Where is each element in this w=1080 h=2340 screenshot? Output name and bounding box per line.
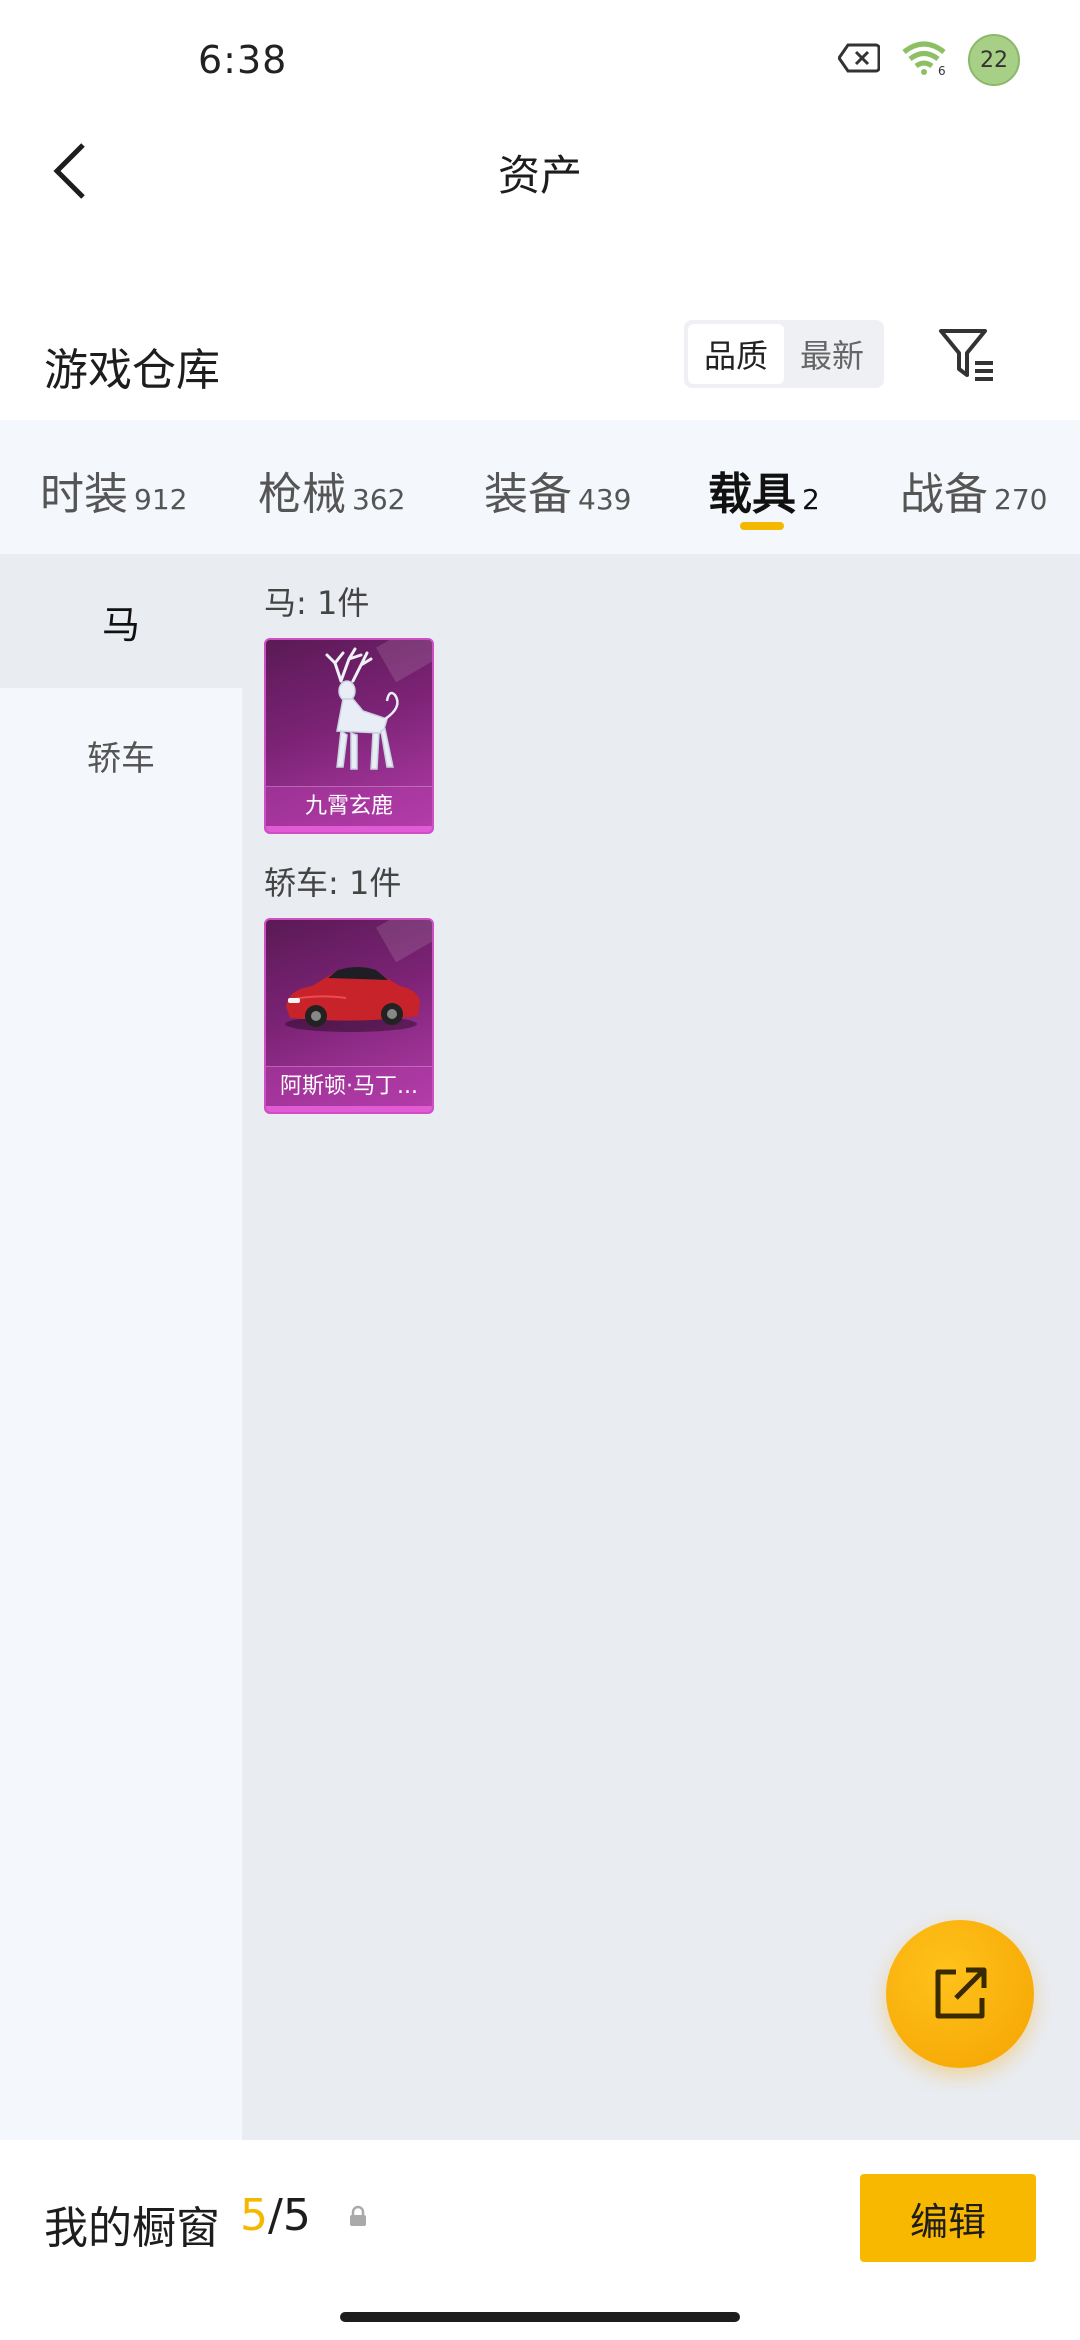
wifi-icon: 6 [900, 40, 948, 80]
page-title: 资产 [497, 151, 582, 200]
tab-vehicles[interactable]: 载具 2 [708, 458, 820, 522]
group-sedan: 轿车: 1件 阿斯顿·马丁... [264, 858, 434, 1114]
status-time: 6:38 [198, 38, 288, 82]
car-icon [266, 920, 432, 1070]
side-item-sedan[interactable]: 轿车 [0, 688, 242, 822]
lock-icon [350, 2205, 366, 2226]
group-title: 马: 1件 [264, 584, 370, 622]
active-tab-indicator [740, 522, 784, 530]
item-groups: 马: 1件 九霄玄鹿 轿车: 1件 阿斯顿·马丁... [264, 554, 434, 1114]
share-external-icon [935, 1967, 987, 2019]
showcase-total: 5 [282, 2190, 311, 2241]
showcase-count: 5/5 [240, 2190, 311, 2241]
tab-fashion[interactable]: 时装 912 [40, 458, 187, 522]
showcase-label: 我的橱窗 [44, 2203, 220, 2254]
tab-count: 362 [352, 483, 406, 516]
deer-icon [266, 640, 432, 790]
sort-toggle: 品质 最新 [684, 320, 884, 388]
tab-label: 战备 [900, 469, 988, 520]
tab-guns[interactable]: 枪械 362 [258, 458, 405, 522]
tab-count: 912 [134, 483, 188, 516]
tab-equipment[interactable]: 装备 439 [484, 458, 631, 522]
item-card[interactable]: 阿斯顿·马丁... [264, 918, 434, 1114]
edit-button[interactable]: 编辑 [860, 2174, 1036, 2262]
item-name: 阿斯顿·马丁... [266, 1066, 432, 1106]
status-bar: 6:38 6 22 [0, 0, 1080, 120]
app-header: 资产 [0, 120, 1080, 220]
filter-button[interactable] [932, 320, 1002, 390]
tabs-bar: 时装 912 枪械 362 装备 439 载具 2 战备 270 [0, 420, 1080, 554]
side-nav: 马 轿车 [0, 554, 242, 2140]
item-card[interactable]: 九霄玄鹿 [264, 638, 434, 834]
showcase-current: 5 [240, 2190, 268, 2241]
tab-label: 时装 [40, 469, 128, 520]
svg-text:6: 6 [938, 64, 946, 76]
warehouse-row: 游戏仓库 品质 最新 [0, 310, 1080, 420]
tab-count: 270 [994, 483, 1048, 516]
tab-label: 载具 [708, 469, 796, 520]
battery-level: 22 [980, 47, 1008, 73]
status-icons: 6 22 [837, 34, 1021, 86]
sort-option-newest[interactable]: 最新 [784, 324, 880, 384]
item-name: 九霄玄鹿 [266, 786, 432, 826]
filter-icon [939, 329, 993, 381]
tab-label: 装备 [484, 469, 572, 520]
share-button[interactable] [886, 1920, 1034, 2068]
tab-count: 2 [802, 483, 820, 516]
tab-label: 枪械 [258, 469, 346, 520]
showcase-separator: / [268, 2190, 283, 2241]
side-item-horse[interactable]: 马 [0, 554, 242, 688]
screen: 6:38 6 22 资产 游戏仓库 品质 最新 时装 912 枪械 362 装备… [0, 0, 1080, 2340]
sort-option-quality[interactable]: 品质 [688, 324, 784, 384]
group-horse: 马: 1件 九霄玄鹿 [264, 578, 434, 834]
bottom-bar: 我的橱窗 5/5 编辑 [0, 2140, 1080, 2340]
battery-icon: 22 [968, 34, 1021, 86]
sim-error-icon [837, 42, 881, 78]
group-title: 轿车: 1件 [264, 864, 402, 902]
warehouse-title: 游戏仓库 [44, 345, 220, 396]
content-area: 马 轿车 马: 1件 九霄玄鹿 轿车: 1件 阿斯顿·马丁... [0, 554, 1080, 2140]
home-indicator[interactable] [340, 2312, 740, 2322]
tab-supplies[interactable]: 战备 270 [900, 458, 1047, 522]
tab-count: 439 [578, 483, 632, 516]
